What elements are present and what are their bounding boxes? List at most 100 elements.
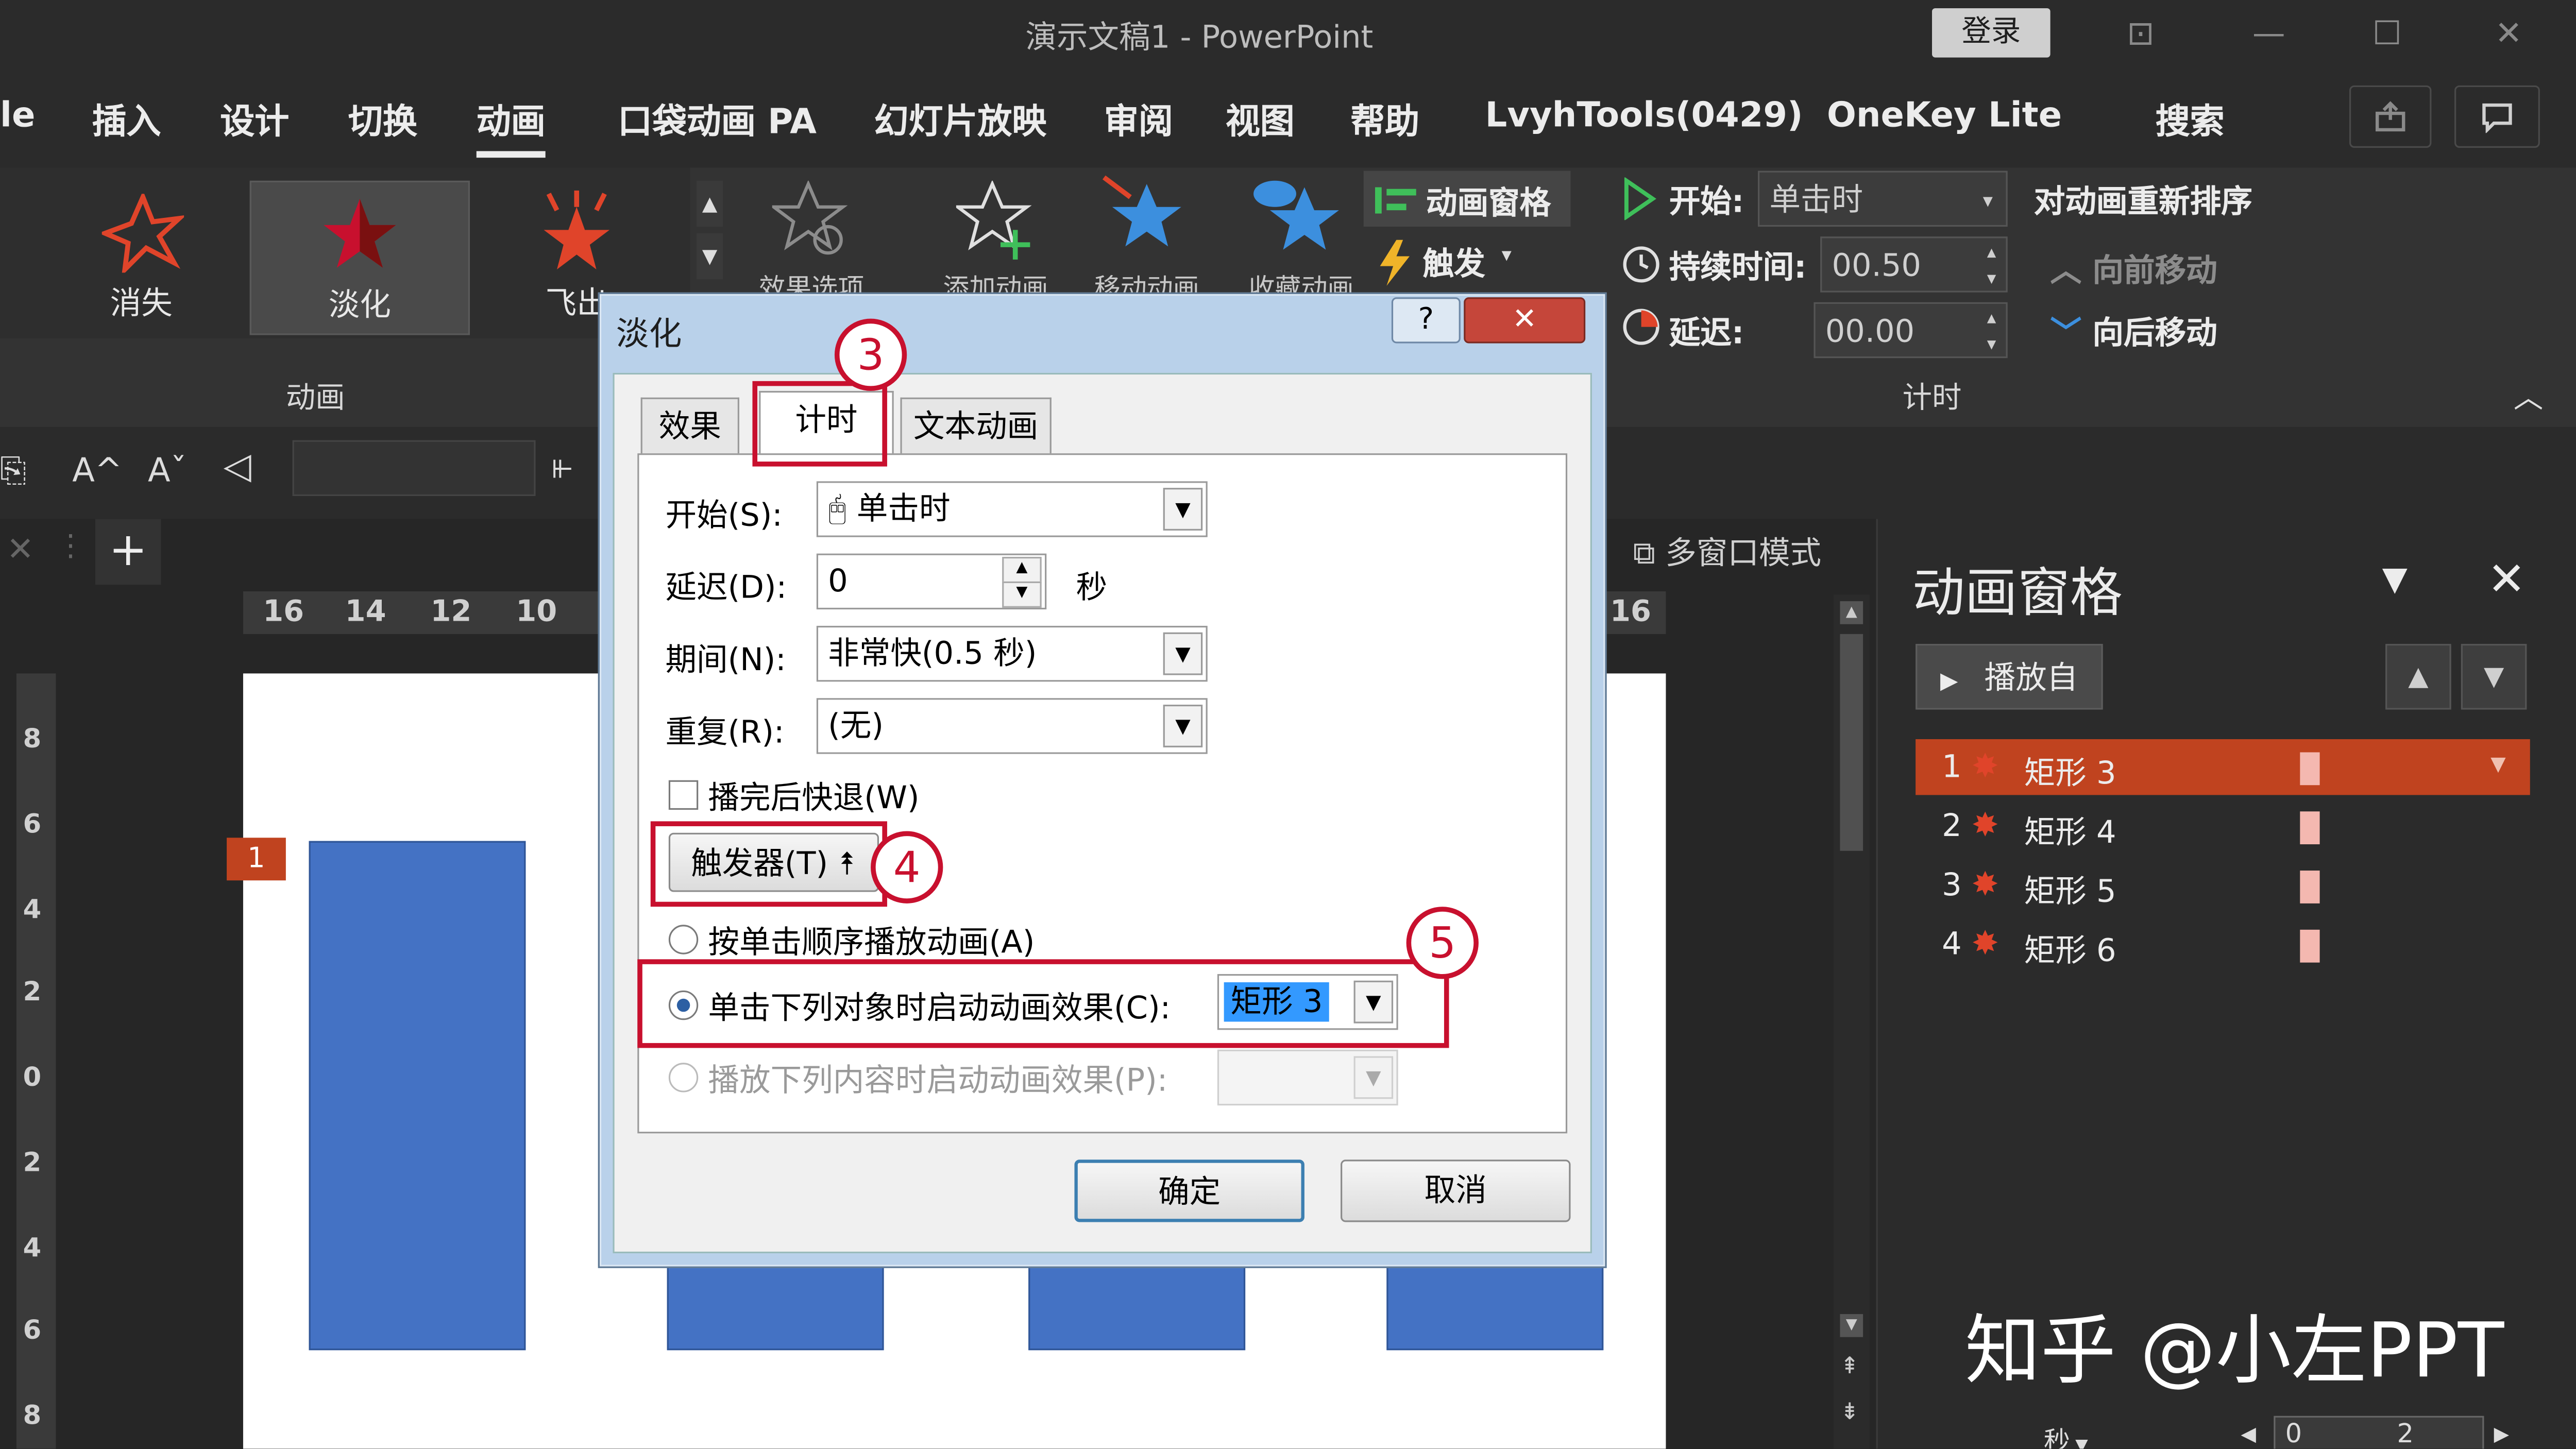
ruler-tick-label: 0: [23, 1061, 42, 1093]
tab-transitions[interactable]: 切换: [348, 95, 417, 145]
editor-scrollbar[interactable]: ▲ ▼ ⇞ ⇟: [1833, 594, 1870, 1449]
pan-star-icon: [1103, 175, 1181, 247]
move-down-button[interactable]: ▼: [2461, 644, 2527, 710]
move-earlier-button[interactable]: ︿ 向前移动: [2050, 246, 2217, 291]
help-button[interactable]: ?: [1391, 297, 1461, 344]
spin-down-icon[interactable]: ▼: [1002, 581, 1042, 608]
ruler-tick-label: 16: [1610, 594, 1651, 629]
anim-disappear[interactable]: 消失: [43, 181, 240, 332]
multiwindow-button[interactable]: ⧉ 多窗口模式: [1633, 529, 1822, 573]
close-window-button[interactable]: ✕: [2484, 10, 2533, 56]
duration-field[interactable]: 00.50 ▴ ▾: [1820, 236, 2008, 293]
share-icon[interactable]: [2349, 85, 2432, 148]
pane-close-icon[interactable]: ✕: [2487, 552, 2526, 606]
dropdown-arrow-icon[interactable]: ▼: [1353, 1056, 1394, 1099]
close-tab-icon[interactable]: ✕: [7, 529, 34, 569]
tab-effect[interactable]: 效果: [640, 397, 739, 454]
start-select[interactable]: 单击时 ▾: [1758, 171, 2008, 227]
play-from-button[interactable]: ▶ 播放自: [1916, 644, 2103, 710]
trigger-label: 触发: [1422, 246, 1485, 283]
next-slide-icon[interactable]: ⇟: [1840, 1400, 1859, 1426]
burst-star-icon: [101, 194, 184, 273]
gallery-scroll-down-icon[interactable]: ▼: [697, 233, 723, 280]
tab-slideshow[interactable]: 幻灯片放映: [874, 95, 1046, 145]
radio-sequence[interactable]: [668, 925, 699, 954]
collapse-ribbon-icon[interactable]: ︿: [2514, 374, 2543, 417]
minimize-button[interactable]: —: [2244, 10, 2294, 56]
move-up-button[interactable]: ▲: [2385, 644, 2451, 710]
rectangle-6[interactable]: [1386, 1265, 1604, 1351]
dialog-close-button[interactable]: ✕: [1464, 297, 1586, 344]
tab-lvyhtools[interactable]: LvyhTools(0429): [1485, 95, 1803, 135]
rewind-checkbox[interactable]: [668, 780, 699, 810]
pane-options-icon[interactable]: ▼: [2382, 558, 2408, 598]
paste-format-icon[interactable]: ⎘: [0, 450, 26, 490]
maximize-button[interactable]: ☐: [2362, 10, 2412, 56]
tab-help[interactable]: 帮助: [1350, 95, 1419, 145]
repeat-dropdown[interactable]: (无) ▼: [816, 698, 1208, 754]
move-later-button[interactable]: ﹀ 向后移动: [2050, 309, 2217, 353]
font-select[interactable]: [292, 440, 536, 497]
tab-animations[interactable]: 动画: [476, 95, 546, 158]
add-tab-button[interactable]: +: [95, 519, 161, 585]
delay-input[interactable]: 0 ▲ ▼: [816, 553, 1047, 610]
play-start-icon: [1624, 177, 1656, 220]
play-content-dropdown[interactable]: ▼: [1217, 1049, 1398, 1106]
tab-review[interactable]: 审阅: [1104, 95, 1173, 145]
tab-onekey-lite[interactable]: OneKey Lite: [1827, 95, 2062, 135]
login-button[interactable]: 登录: [1932, 8, 2050, 58]
timeline-scroll-right-icon[interactable]: ▶: [2494, 1423, 2509, 1446]
radio-play-content[interactable]: [668, 1063, 699, 1093]
rectangle-3[interactable]: [309, 841, 526, 1351]
start-dropdown[interactable]: 🖰 单击时 ▼: [816, 481, 1208, 537]
search-label[interactable]: 搜索: [2156, 95, 2225, 145]
dropdown-arrow-icon[interactable]: ▼: [1163, 488, 1203, 531]
delay-field[interactable]: 00.00 ▴ ▾: [1814, 302, 2008, 359]
font-grow-button[interactable]: A^: [72, 450, 122, 490]
repeat-field-label: 重复(R):: [665, 714, 785, 751]
rectangle-5[interactable]: [1028, 1265, 1246, 1351]
timeline-scroll-left-icon[interactable]: ◀: [2241, 1423, 2256, 1446]
scroll-down-icon[interactable]: ▼: [1840, 1314, 1863, 1337]
chevron-down-icon[interactable]: ▼: [2490, 752, 2505, 775]
dropdown-arrow-icon[interactable]: ▼: [1163, 704, 1203, 747]
tab-design[interactable]: 设计: [220, 95, 289, 145]
pane-item[interactable]: 1 ✸ 矩形 3 ▼: [1916, 739, 2530, 795]
tab-file[interactable]: le: [0, 95, 35, 135]
pane-item[interactable]: 2 ✸ 矩形 4: [1916, 798, 2530, 854]
delay-label: 延迟:: [1669, 315, 1744, 352]
anim-fade[interactable]: 淡化: [249, 180, 470, 335]
timeline-unit-dropdown[interactable]: 秒 ▼: [2044, 1419, 2088, 1449]
pane-item[interactable]: 3 ✸ 矩形 5: [1916, 858, 2530, 913]
trigger-button[interactable]: 触发 ▾: [1377, 240, 1541, 286]
prev-slide-icon[interactable]: ⇞: [1840, 1354, 1859, 1380]
gallery-scroll-up-icon[interactable]: ▲: [697, 180, 723, 227]
rectangle-4[interactable]: [667, 1265, 884, 1351]
scroll-thumb[interactable]: [1840, 634, 1863, 851]
pane-item[interactable]: 4 ✸ 矩形 6: [1916, 916, 2530, 972]
animation-pane-button[interactable]: 动画窗格: [1363, 171, 1571, 227]
clear-format-icon[interactable]: ◁: [224, 447, 251, 488]
tab-pocket-animation[interactable]: 口袋动画 PA: [618, 95, 817, 145]
tab-text-animation[interactable]: 文本动画: [900, 397, 1052, 454]
tab-view[interactable]: 视图: [1226, 95, 1295, 145]
dropdown-arrow-icon[interactable]: ▼: [1163, 632, 1203, 675]
comment-icon[interactable]: [2454, 85, 2540, 148]
delay-unit: 秒: [1076, 570, 1108, 606]
ok-button[interactable]: 确定: [1074, 1160, 1304, 1222]
period-dropdown[interactable]: 非常快(0.5 秒) ▼: [816, 625, 1208, 682]
scroll-up-icon[interactable]: ▲: [1840, 601, 1863, 624]
animation-order-badge[interactable]: 1: [227, 838, 286, 881]
spin-up-icon[interactable]: ▲: [1002, 557, 1042, 584]
tab-menu-icon[interactable]: ⋮: [56, 529, 85, 564]
period-field-label: 期间(N):: [665, 642, 786, 678]
cancel-button[interactable]: 取消: [1341, 1160, 1571, 1222]
highlight-box-timing-tab: [752, 381, 887, 467]
ribbon-display-icon[interactable]: ⊡: [2116, 10, 2165, 56]
align-left-icon[interactable]: ⫦: [552, 447, 572, 488]
tab-insert[interactable]: 插入: [92, 95, 161, 145]
reorder-label: 对动画重新排序: [2033, 184, 2252, 220]
spin-down-icon[interactable]: ▾: [1987, 317, 1996, 372]
anim-fade-label: 淡化: [328, 287, 391, 324]
font-shrink-button[interactable]: Aˇ: [148, 450, 187, 490]
